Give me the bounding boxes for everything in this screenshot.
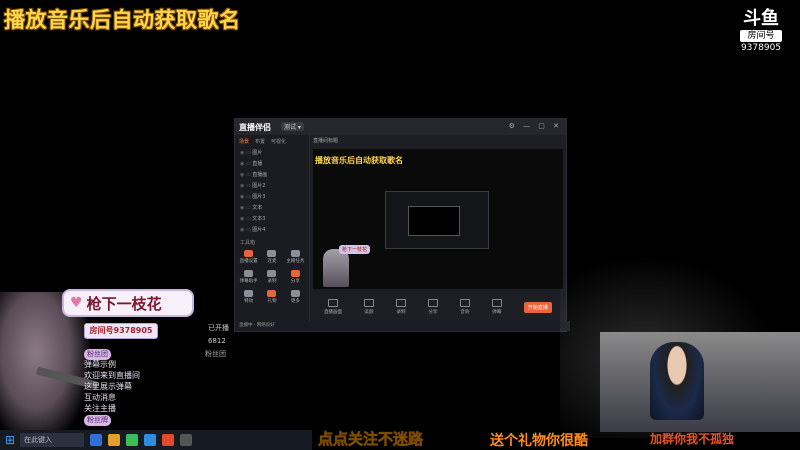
ticker-follow: 点点关注不迷路 — [318, 430, 424, 449]
toolbar-danmaku-button[interactable]: 弹幕 — [491, 299, 502, 315]
preview-overlay-title: 播放音乐后自动获取歌名 — [315, 156, 403, 165]
streamer-name: 枪下一枝花 — [86, 294, 162, 313]
toolbar-sound-button[interactable]: 音效 — [459, 299, 470, 315]
tool-icon — [244, 250, 254, 257]
folder-icon[interactable] — [108, 434, 120, 446]
screen-icon — [327, 299, 338, 307]
viewer-count: 6812 — [208, 337, 226, 345]
scene-item[interactable]: 文本3 — [235, 214, 309, 225]
scene-item[interactable]: 图片4 — [235, 225, 309, 236]
streamer-name-card: ♥ 枪下一枝花 — [64, 291, 192, 315]
live-app-icon[interactable] — [162, 434, 174, 446]
scene-item[interactable]: 图片2 — [235, 181, 309, 192]
room-label: 房间号 — [740, 30, 782, 42]
platform-badge: 斗鱼 房间号 9378905 — [736, 10, 786, 53]
start-live-button[interactable]: 开始直播 — [523, 301, 552, 313]
scene-item[interactable]: 直播画 — [235, 170, 309, 181]
tool-icon — [244, 290, 254, 297]
tab-visual[interactable]: 可视化 — [271, 138, 286, 145]
edge-icon[interactable] — [144, 434, 156, 446]
taskbar-window-icon[interactable] — [180, 434, 192, 446]
nested-preview — [385, 191, 489, 249]
chat-line: 互动消息 — [84, 393, 116, 402]
tool-connect[interactable]: 连麦 — [261, 248, 282, 266]
tool-icon — [290, 250, 300, 257]
tool-effects[interactable]: 特效 — [238, 288, 259, 306]
tab-scenes[interactable]: 场景 — [239, 138, 249, 145]
tool-live-settings[interactable]: 直播设置 — [238, 248, 259, 266]
app-sidebar: 场景 布置 可视化 图片 直播 直播画 图片2 图片3 文本 文本3 图片4 工… — [235, 135, 310, 331]
tool-danmaku[interactable]: 弹幕助手 — [238, 268, 259, 286]
tool-more[interactable]: 更多 — [285, 288, 306, 306]
chat-line: 粉丝团 — [84, 348, 224, 360]
preview-character — [323, 249, 349, 287]
tools-header: 工具箱 — [240, 240, 256, 246]
tool-record[interactable]: 录制 — [261, 268, 282, 286]
heart-icon: ♥ — [70, 295, 83, 311]
tool-icon — [267, 250, 277, 257]
ticker-group: 加群你我不孤独 — [650, 432, 735, 446]
chat-line: 粉丝牌 — [84, 414, 224, 426]
tool-gifts[interactable]: 礼物 — [261, 288, 282, 306]
chat-line: 欢迎来到直播间 — [84, 371, 140, 380]
room-number-card: 房间号9378905 — [84, 323, 158, 339]
webcam-feed — [600, 332, 800, 432]
preview-name-card: 枪下一枝花 — [339, 245, 371, 254]
tool-share[interactable]: 分享 — [285, 268, 306, 286]
chat-line: 弹幕示例 — [84, 360, 116, 369]
tool-icon — [267, 270, 277, 277]
nested-inner-preview — [408, 206, 460, 236]
taskbar-search[interactable]: 在此键入 — [20, 433, 84, 447]
toolbar-record-button[interactable]: 录制 — [395, 299, 406, 315]
version-dropdown[interactable]: 测试 ▾ — [281, 122, 304, 131]
toolbar-beauty-button[interactable]: 美颜 — [363, 299, 374, 315]
preview-header: 直播间标题 — [313, 138, 339, 144]
tool-icon — [244, 270, 254, 277]
scene-item[interactable]: 直播 — [235, 159, 309, 170]
rec-status: 已开播 — [208, 324, 229, 332]
share-icon — [427, 299, 438, 307]
browser-icon[interactable] — [126, 434, 138, 446]
windows-start-icon[interactable]: ⊞ — [3, 433, 17, 447]
tools-grid: 直播设置 连麦 主播任务 弹幕助手 录制 分享 特效 礼物 更多 — [235, 248, 309, 306]
tab-layout[interactable]: 布置 — [255, 138, 265, 145]
tool-icon — [290, 290, 300, 297]
scene-item[interactable]: 文本 — [235, 203, 309, 214]
danmaku-icon — [491, 299, 502, 307]
chat-line: 关注主播 — [84, 404, 116, 413]
app-toolbar: 直播画面 美颜 录制 分享 音效 弹幕 开始直播 — [313, 295, 563, 319]
douyu-logo: 斗鱼 — [743, 8, 779, 29]
sidebar-tabs: 场景 布置 可视化 — [235, 135, 309, 148]
toolbar-share-button[interactable]: 分享 — [427, 299, 438, 315]
windows-taskbar: ⊞ 在此键入 — [0, 430, 312, 450]
app-titlebar: 直播伴侣 测试 ▾ ⚙ — ▢ ✕ — [235, 119, 566, 135]
app-brand: 直播伴侣 — [239, 123, 271, 132]
streamer-webcam — [650, 342, 704, 420]
app-status-line: 直播中 · 网络良好 — [235, 321, 570, 331]
scene-item[interactable]: 图片3 — [235, 192, 309, 203]
toolbar-screen-button[interactable]: 直播画面 — [324, 299, 342, 315]
record-icon — [395, 299, 406, 307]
taskbar-app-icon[interactable] — [90, 434, 102, 446]
scene-item[interactable]: 图片 — [235, 148, 309, 159]
sound-icon — [459, 299, 470, 307]
window-controls[interactable]: ⚙ — ▢ ✕ — [509, 122, 562, 130]
streaming-app-window: 直播伴侣 测试 ▾ ⚙ — ▢ ✕ 场景 布置 可视化 图片 直播 直播画 图片… — [234, 118, 570, 332]
overlay-title: 播放音乐后自动获取歌名 — [4, 8, 241, 32]
chat-line: 这里展示弹幕 — [84, 382, 132, 391]
chat-overlay: 粉丝团 弹幕示例 欢迎来到直播间 这里展示弹幕 互动消息 关注主播 粉丝牌 — [84, 348, 224, 426]
tool-icon — [290, 270, 300, 277]
ticker-gift: 送个礼物你很酷 — [490, 433, 588, 449]
tool-icon — [267, 290, 277, 297]
room-number: 9378905 — [740, 43, 782, 53]
beauty-icon — [363, 299, 374, 307]
tool-tasks[interactable]: 主播任务 — [285, 248, 306, 266]
